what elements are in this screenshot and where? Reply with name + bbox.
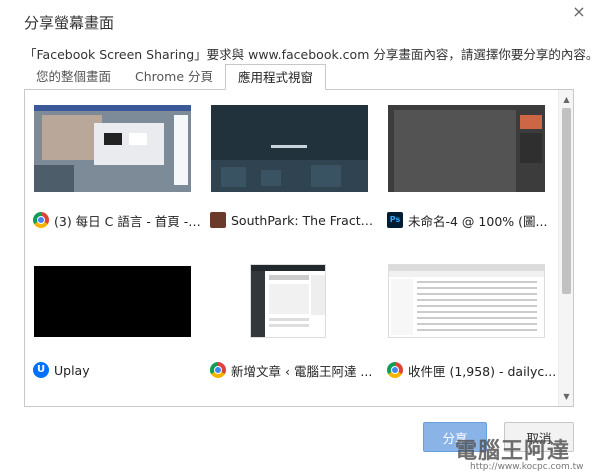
window-thumbnail xyxy=(211,105,368,192)
dialog-title: 分享螢幕畫面 xyxy=(24,14,115,32)
thumbnail-image xyxy=(388,105,545,192)
window-picker-panel: (3) 每日 C 語言 - 首頁 - ... SouthPark: The Fr… xyxy=(24,89,574,407)
window-label: 未命名-4 @ 100% (圖... xyxy=(408,213,548,229)
window-grid: (3) 每日 C 語言 - 首頁 - ... SouthPark: The Fr… xyxy=(31,102,562,402)
window-label-row: (3) 每日 C 語言 - 首頁 - ... xyxy=(33,210,203,230)
window-label: 收件匣 (1,958) - dailyc... xyxy=(408,363,557,379)
window-label: (3) 每日 C 語言 - 首頁 - ... xyxy=(54,213,203,229)
scroll-thumb[interactable] xyxy=(562,108,571,294)
window-thumbnail xyxy=(388,105,545,192)
window-label: SouthPark: The Fractur... xyxy=(231,212,380,228)
window-thumbnail xyxy=(388,264,545,338)
uplay-icon: U xyxy=(33,362,49,378)
window-label-row: U Uplay xyxy=(33,360,203,380)
window-item-uplay[interactable]: U Uplay xyxy=(31,252,208,402)
window-item-facebook[interactable]: (3) 每日 C 語言 - 首頁 - ... xyxy=(31,102,208,252)
window-label-row: 收件匣 (1,958) - dailyc... xyxy=(387,360,557,380)
tab-entire-screen[interactable]: 您的整個畫面 xyxy=(24,64,123,90)
tab-bar: 您的整個畫面 Chrome 分頁 應用程式視窗 xyxy=(24,64,327,90)
thumbnail-image xyxy=(251,265,325,337)
thumbnail-image xyxy=(211,105,368,192)
dialog-footer: 分享 取消 電腦王阿達 http://www.kocpc.com.tw xyxy=(0,412,599,475)
watermark-url: http://www.kocpc.com.tw xyxy=(470,462,584,472)
window-thumbnail xyxy=(34,105,191,192)
scroll-up-icon[interactable]: ▲ xyxy=(559,92,573,107)
window-thumbnail xyxy=(34,266,191,337)
tab-application-windows[interactable]: 應用程式視窗 xyxy=(225,64,327,90)
chrome-icon xyxy=(33,212,49,228)
window-item-photoshop[interactable]: Ps 未命名-4 @ 100% (圖... xyxy=(385,102,562,252)
dialog-description: 「Facebook Screen Sharing」要求與 www.faceboo… xyxy=(24,47,599,62)
window-thumbnail xyxy=(250,264,326,338)
southpark-icon xyxy=(210,212,226,228)
thumbnail-image xyxy=(389,265,544,335)
window-label: 新增文章 ‹ 電腦王阿達 ... xyxy=(231,363,373,379)
tab-chrome-tabs[interactable]: Chrome 分頁 xyxy=(123,64,225,90)
chrome-icon xyxy=(210,362,226,378)
thumbnail-image xyxy=(34,105,191,192)
scroll-down-icon[interactable]: ▼ xyxy=(559,389,573,404)
window-label-row: Ps 未命名-4 @ 100% (圖... xyxy=(387,210,557,230)
window-label: Uplay xyxy=(54,362,90,378)
window-item-gmail[interactable]: 收件匣 (1,958) - dailyc... xyxy=(385,252,562,402)
chrome-icon xyxy=(387,362,403,378)
window-label-row: SouthPark: The Fractur... xyxy=(210,210,380,230)
window-item-southpark[interactable]: SouthPark: The Fractur... xyxy=(208,102,385,252)
window-item-kocpc-editor[interactable]: 新增文章 ‹ 電腦王阿達 ... xyxy=(208,252,385,402)
window-label-row: 新增文章 ‹ 電腦王阿達 ... xyxy=(210,360,380,380)
close-icon[interactable]: × xyxy=(571,4,587,20)
photoshop-icon: Ps xyxy=(387,212,403,228)
watermark-logo: 電腦王阿達 xyxy=(455,439,571,464)
vertical-scrollbar[interactable]: ▲ ▼ xyxy=(558,90,573,406)
